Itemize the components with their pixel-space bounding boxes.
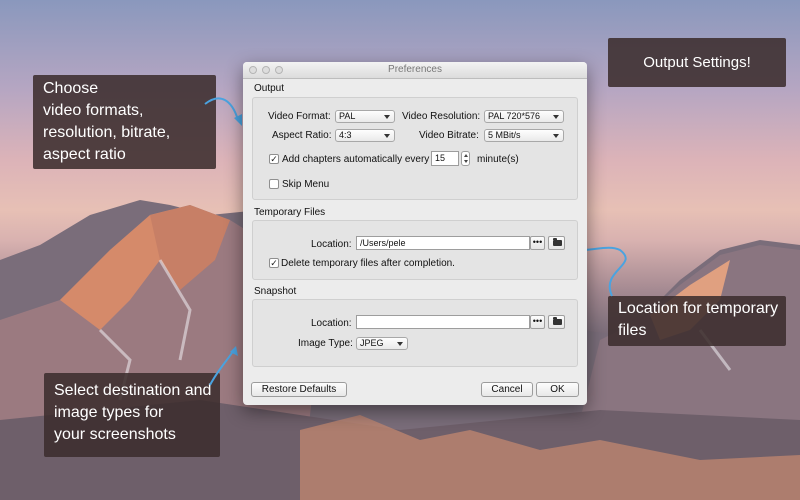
output-group: Video Format: PAL Video Resolution: PAL …	[252, 97, 578, 200]
snapshot-location-label: Location:	[311, 318, 352, 329]
video-format-select[interactable]: PAL	[335, 110, 395, 123]
callout-line: Choose	[43, 80, 99, 97]
temporary-files-group: Location: /Users/pele ••• ✓ Delete tempo…	[252, 220, 578, 280]
temp-folder-button[interactable]	[548, 236, 565, 250]
image-type-value: JPEG	[360, 338, 384, 348]
temp-location-field[interactable]: /Users/pele	[356, 236, 530, 250]
skip-menu-label: Skip Menu	[282, 179, 330, 190]
section-title-snapshot: Snapshot	[254, 286, 297, 297]
callout-line: resolution, bitrate,	[43, 124, 171, 141]
callout-line: aspect ratio	[43, 146, 126, 163]
stepper-down-icon[interactable]	[463, 160, 468, 163]
folder-icon	[553, 317, 562, 325]
temp-location-label: Location:	[311, 239, 352, 250]
add-chapters-checkbox[interactable]: ✓	[269, 154, 279, 164]
minutes-label: minute(s)	[477, 154, 519, 165]
aspect-ratio-label: Aspect Ratio:	[272, 130, 332, 141]
callout-line: Select destination and	[54, 382, 212, 399]
callout-output-settings: Output Settings!	[608, 38, 786, 87]
callout-snapshot: Select destination and image types for y…	[44, 373, 220, 457]
image-type-label: Image Type:	[298, 338, 353, 349]
callout-line: Location for temporary	[618, 300, 779, 317]
video-bitrate-select[interactable]: 5 MBit/s	[484, 129, 564, 142]
chapter-interval-input[interactable]: 15	[431, 151, 459, 166]
video-format-label: Video Format:	[268, 111, 331, 122]
title-bar: Preferences	[243, 62, 587, 79]
callout-line: image types for	[54, 404, 164, 421]
callout-temporary-location: Location for temporary files	[608, 296, 786, 346]
temp-browse-button[interactable]: •••	[530, 236, 545, 250]
section-title-output: Output	[254, 83, 285, 94]
video-resolution-select[interactable]: PAL 720*576	[484, 110, 564, 123]
snapshot-group: Location: ••• Image Type: JPEG	[252, 299, 578, 367]
stepper-up-icon[interactable]	[463, 154, 468, 157]
aspect-ratio-value: 4:3	[339, 130, 352, 140]
preferences-window: Preferences Output Video Format: PAL Vid…	[243, 62, 587, 405]
window-title: Preferences	[388, 64, 442, 75]
chevron-down-icon	[384, 134, 390, 138]
video-format-value: PAL	[339, 111, 356, 121]
zoom-window-icon[interactable]	[275, 66, 283, 74]
delete-temp-label: Delete temporary files after completion.	[281, 258, 455, 269]
snapshot-browse-button[interactable]: •••	[530, 315, 545, 329]
image-type-select[interactable]: JPEG	[356, 337, 408, 350]
callout-line: files	[618, 322, 647, 339]
video-bitrate-value: 5 MBit/s	[488, 130, 521, 140]
minimize-window-icon[interactable]	[262, 66, 270, 74]
restore-defaults-button[interactable]: Restore Defaults	[251, 382, 347, 397]
chevron-down-icon	[384, 115, 390, 119]
chevron-down-icon	[553, 115, 559, 119]
video-resolution-value: PAL 720*576	[488, 111, 541, 121]
chapter-interval-stepper[interactable]	[461, 151, 470, 166]
section-title-temporary-files: Temporary Files	[254, 207, 326, 218]
snapshot-location-field[interactable]	[356, 315, 530, 329]
video-resolution-label: Video Resolution:	[402, 111, 481, 122]
callout-line: your screenshots	[54, 426, 176, 443]
delete-temp-checkbox[interactable]: ✓	[269, 258, 279, 268]
snapshot-folder-button[interactable]	[548, 315, 565, 329]
cancel-button[interactable]: Cancel	[481, 382, 533, 397]
close-window-icon[interactable]	[249, 66, 257, 74]
skip-menu-checkbox[interactable]	[269, 179, 279, 189]
chevron-down-icon	[397, 342, 403, 346]
ok-button[interactable]: OK	[536, 382, 579, 397]
callout-line: video formats,	[43, 102, 144, 119]
video-bitrate-label: Video Bitrate:	[419, 130, 479, 141]
folder-icon	[553, 238, 562, 246]
chevron-down-icon	[553, 134, 559, 138]
callout-text: Output Settings!	[643, 54, 751, 71]
callout-video-formats: Choose video formats, resolution, bitrat…	[33, 75, 216, 169]
aspect-ratio-select[interactable]: 4:3	[335, 129, 395, 142]
add-chapters-label: Add chapters automatically every	[282, 154, 430, 165]
